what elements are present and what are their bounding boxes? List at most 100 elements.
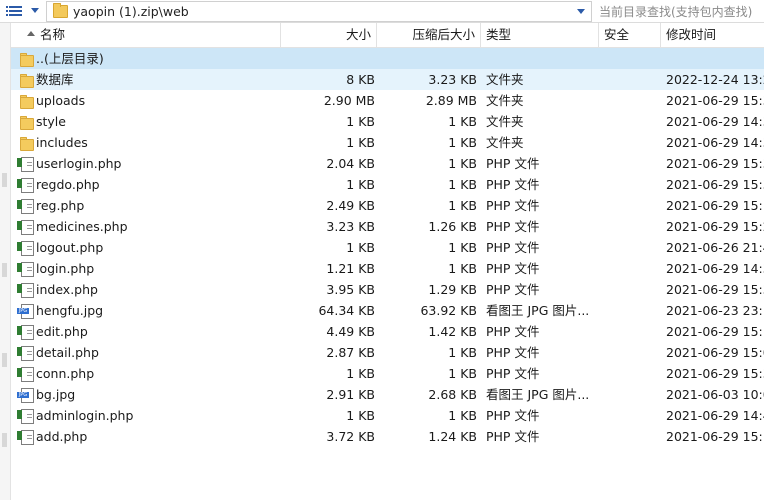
table-row[interactable]: logout.php 1 KB 1 KB PHP 文件 2021-06-26 21:48 <box>11 237 764 258</box>
menu-list-icon[interactable] <box>6 3 26 19</box>
cell-modified: 2022-12-24 13:28 <box>666 72 764 87</box>
pane-marker <box>2 173 7 187</box>
search-input[interactable]: 当前目录查找(支持包内查找) <box>594 1 764 20</box>
table-row[interactable]: medicines.php 3.23 KB 1.26 KB PHP 文件 2021-06… <box>11 216 764 237</box>
cell-security <box>603 279 661 300</box>
php-file-icon <box>17 177 35 193</box>
cell-type: PHP 文件 <box>486 408 540 423</box>
cell-security <box>603 342 661 363</box>
pane-marker <box>2 353 7 367</box>
table-row[interactable]: style 1 KB 1 KB 文件夹 2021-06-29 14:31 <box>11 111 764 132</box>
cell-size: 1 KB <box>346 366 375 381</box>
file-name: edit.php <box>36 324 88 339</box>
cell-security <box>603 90 661 111</box>
php-file-icon <box>17 156 35 172</box>
col-name-header[interactable]: 名称 <box>11 23 281 47</box>
path-text: yaopin (1).zip\web <box>73 4 189 19</box>
php-file-icon <box>17 282 35 298</box>
table-row[interactable]: 数据库 8 KB 3.23 KB 文件夹 2022-12-24 13:28 <box>11 69 764 90</box>
cell-security <box>603 321 661 342</box>
address-bar: yaopin (1).zip\web 当前目录查找(支持包内查找) <box>0 0 764 23</box>
file-name: logout.php <box>36 240 104 255</box>
cell-modified: 2021-06-29 15:16 <box>666 324 764 339</box>
cell-type: PHP 文件 <box>486 282 540 297</box>
col-modified-header[interactable]: 修改时间 <box>661 23 764 47</box>
cell-modified: 2021-06-29 15:31 <box>666 156 764 171</box>
cell-compressed-size: 2.89 MB <box>425 93 477 108</box>
table-row[interactable]: adminlogin.php 1 KB 1 KB PHP 文件 2021-06-29 1… <box>11 405 764 426</box>
pane-marker <box>2 263 7 277</box>
cell-size: 2.04 KB <box>326 156 375 171</box>
table-row[interactable]: edit.php 4.49 KB 1.42 KB PHP 文件 2021-06-29 1… <box>11 321 764 342</box>
cell-name: logout.php <box>11 237 280 258</box>
folder-icon <box>19 114 35 130</box>
table-row[interactable]: uploads 2.90 MB 2.89 MB 文件夹 2021-06-29 15:31 <box>11 90 764 111</box>
table-row[interactable]: detail.php 2.87 KB 1 KB PHP 文件 2021-06-29 15… <box>11 342 764 363</box>
table-row[interactable]: add.php 3.72 KB 1.24 KB PHP 文件 2021-06-29 15… <box>11 426 764 447</box>
cell-compressed-size: 1.42 KB <box>428 324 477 339</box>
jpg-file-icon: JPG <box>17 387 35 403</box>
cell-compressed-size <box>377 48 477 69</box>
cell-name: index.php <box>11 279 280 300</box>
table-row[interactable]: regdo.php 1 KB 1 KB PHP 文件 2021-06-29 15:32 <box>11 174 764 195</box>
cell-size: 2.87 KB <box>326 345 375 360</box>
cell-modified: 2021-06-29 15:16 <box>666 429 764 444</box>
cell-compressed-size: 1 KB <box>448 156 477 171</box>
folder-icon <box>19 93 35 109</box>
table-row[interactable]: conn.php 1 KB 1 KB PHP 文件 2021-06-29 15:35 <box>11 363 764 384</box>
cell-type: PHP 文件 <box>486 219 540 234</box>
col-modified-label: 修改时间 <box>666 27 717 42</box>
cell-type: PHP 文件 <box>486 177 540 192</box>
cell-security <box>603 195 661 216</box>
table-row[interactable]: login.php 1.21 KB 1 KB PHP 文件 2021-06-29 14:… <box>11 258 764 279</box>
cell-compressed-size: 1 KB <box>448 345 477 360</box>
file-name: detail.php <box>36 345 99 360</box>
table-row[interactable]: JPG hengfu.jpg 64.34 KB 63.92 KB 看图王 JPG 图片.… <box>11 300 764 321</box>
cell-security <box>603 363 661 384</box>
file-name: style <box>36 114 66 129</box>
cell-compressed-size: 1.29 KB <box>428 282 477 297</box>
cell-type: PHP 文件 <box>486 366 540 381</box>
path-dropdown-icon[interactable] <box>577 9 585 14</box>
cell-name: uploads <box>11 90 280 111</box>
column-header: 名称 大小 压缩后大小 类型 安全 修改时间 <box>11 23 764 48</box>
file-name: adminlogin.php <box>36 408 134 423</box>
table-row[interactable]: userlogin.php 2.04 KB 1 KB PHP 文件 2021-06-29… <box>11 153 764 174</box>
cell-compressed-size: 1 KB <box>448 177 477 192</box>
table-row[interactable]: JPG bg.jpg 2.91 KB 2.68 KB 看图王 JPG 图片... 2021… <box>11 384 764 405</box>
col-type-header[interactable]: 类型 <box>481 23 599 47</box>
cell-size: 8 KB <box>346 72 375 87</box>
col-security-header[interactable]: 安全 <box>599 23 661 47</box>
cell-modified: 2021-06-29 15:33 <box>666 282 764 297</box>
view-dropdown-icon[interactable] <box>31 8 39 13</box>
left-pane-edge <box>0 23 11 500</box>
table-row[interactable]: includes 1 KB 1 KB 文件夹 2021-06-29 14:31 <box>11 132 764 153</box>
cell-name: 数据库 <box>11 69 280 90</box>
table-row[interactable]: index.php 3.95 KB 1.29 KB PHP 文件 2021-06-29 … <box>11 279 764 300</box>
file-name: userlogin.php <box>36 156 122 171</box>
cell-name: login.php <box>11 258 280 279</box>
table-row[interactable]: ..(上层目录) <box>11 48 764 69</box>
path-input[interactable]: yaopin (1).zip\web <box>46 1 592 22</box>
cell-name: regdo.php <box>11 174 280 195</box>
cell-type: PHP 文件 <box>486 345 540 360</box>
cell-modified: 2021-06-29 15:07 <box>666 345 764 360</box>
cell-type: PHP 文件 <box>486 261 540 276</box>
file-name: includes <box>36 135 88 150</box>
cell-name: add.php <box>11 426 280 447</box>
pane-marker <box>2 433 7 447</box>
folder-icon <box>19 72 35 88</box>
col-size-header[interactable]: 大小 <box>281 23 377 47</box>
cell-security <box>603 384 661 405</box>
search-placeholder: 当前目录查找(支持包内查找) <box>599 5 753 19</box>
cell-modified: 2021-06-29 14:31 <box>666 114 764 129</box>
file-name: regdo.php <box>36 177 100 192</box>
cell-name: ..(上层目录) <box>11 48 280 69</box>
cell-size: 1 KB <box>346 114 375 129</box>
cell-security <box>603 258 661 279</box>
col-compressed-header[interactable]: 压缩后大小 <box>377 23 481 47</box>
table-row[interactable]: reg.php 2.49 KB 1 KB PHP 文件 2021-06-29 15:10 <box>11 195 764 216</box>
php-file-icon <box>17 366 35 382</box>
cell-compressed-size: 1.24 KB <box>428 429 477 444</box>
file-name: 数据库 <box>36 72 74 87</box>
